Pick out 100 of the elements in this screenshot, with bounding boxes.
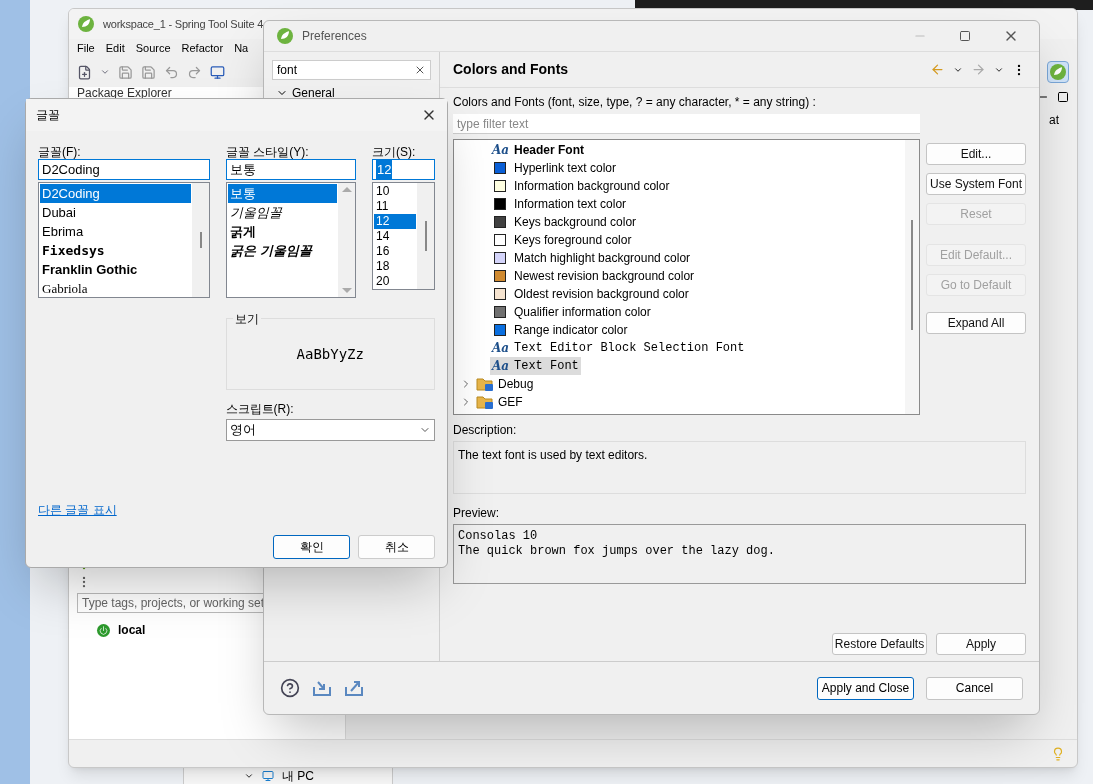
tree-item[interactable]: Keys background color <box>490 213 639 231</box>
list-item[interactable]: Ebrima <box>40 222 191 241</box>
lightbulb-icon[interactable] <box>1051 746 1065 761</box>
search-field[interactable]: font <box>272 60 431 80</box>
side-button[interactable]: Edit... <box>926 143 1026 165</box>
perspective-button[interactable] <box>1047 61 1069 83</box>
scrollbar-thumb[interactable] <box>199 232 202 248</box>
import-icon[interactable] <box>312 679 332 697</box>
dialog-button[interactable]: Apply <box>936 633 1026 655</box>
scrollbar-thumb[interactable] <box>424 221 427 251</box>
side-button[interactable]: Use System Font <box>926 173 1026 195</box>
new-file-icon[interactable] <box>77 64 92 80</box>
maximize-icon[interactable] <box>1057 91 1069 103</box>
tree-item[interactable]: General <box>292 84 335 102</box>
filter-field[interactable]: type filter text <box>453 114 920 134</box>
font-style-field[interactable]: 보통 <box>226 159 356 180</box>
list-item[interactable]: 보통 <box>228 184 337 203</box>
tree-item[interactable]: Debug <box>498 375 534 393</box>
dialog-button[interactable]: 취소 <box>358 535 435 559</box>
leaf-logo-icon <box>276 27 294 45</box>
scroll-down-icon[interactable] <box>341 288 352 293</box>
clear-icon[interactable] <box>414 64 426 76</box>
menu-item[interactable]: Refactor <box>181 39 224 57</box>
list-item[interactable]: 기울임꼴 <box>228 203 337 222</box>
dialog-button[interactable]: Restore Defaults <box>832 633 927 655</box>
back-icon[interactable] <box>930 62 945 77</box>
list-item[interactable]: Dubai <box>40 203 191 222</box>
tree-item[interactable]: Oldest revision background color <box>490 285 691 303</box>
dialog-button[interactable]: Apply and Close <box>817 676 914 700</box>
font-size-field[interactable]: 12 <box>372 159 435 180</box>
caret-icon[interactable] <box>100 67 110 77</box>
menu-item[interactable]: Source <box>135 39 171 57</box>
tree-item[interactable]: 내 PC <box>282 769 314 783</box>
save-all-icon[interactable] <box>141 64 156 80</box>
list-item[interactable]: 굵은 기울임꼴 <box>228 241 337 260</box>
scrollbar-thumb[interactable] <box>911 220 913 330</box>
list-item[interactable]: 20 <box>374 274 416 289</box>
list-item[interactable]: 10 <box>374 184 416 199</box>
menu-item[interactable]: Na <box>234 39 249 57</box>
redo-icon[interactable] <box>187 64 202 80</box>
list-item[interactable]: Franklin Gothic <box>40 260 191 279</box>
list-item[interactable]: 12 <box>374 214 416 229</box>
maximize-icon[interactable] <box>959 30 971 42</box>
preview-text: The quick brown fox jumps over the lazy dog. <box>458 544 776 559</box>
forward-icon[interactable] <box>971 62 986 77</box>
view-tab[interactable]: Package Explorer <box>77 87 172 99</box>
tree-item[interactable]: Aa Header Font <box>490 141 586 159</box>
scroll-up-icon[interactable] <box>341 187 352 192</box>
dialog-button[interactable]: Cancel <box>926 676 1023 700</box>
leaf-logo-icon <box>1049 63 1067 81</box>
tree-item[interactable]: Qualifier information color <box>490 303 653 321</box>
list-item[interactable]: 16 <box>374 244 416 259</box>
list-item[interactable]: 18 <box>374 259 416 274</box>
font-glyph-icon: Aa <box>492 339 508 357</box>
field-label: 스크립트(R): <box>225 401 295 418</box>
list-item[interactable]: D2Coding <box>40 184 191 203</box>
tree-item[interactable]: Aa Text Font <box>490 357 581 375</box>
font-glyph-icon: Aa <box>492 357 508 375</box>
list-item[interactable]: Fixedsys <box>40 241 191 260</box>
tree-item-label: Information text color <box>514 196 627 213</box>
more-fonts-link[interactable]: 다른 글꼴 표시 <box>38 501 117 519</box>
tree-item[interactable]: GEF <box>498 393 523 411</box>
undo-icon[interactable] <box>164 64 179 80</box>
tree-item[interactable]: Keys foreground color <box>490 231 634 249</box>
list-item[interactable]: Gabriola <box>40 279 191 297</box>
tree-item-label: Oldest revision background color <box>514 286 689 303</box>
list-item[interactable]: 굵게 <box>228 222 337 241</box>
window-title: Preferences <box>302 28 367 45</box>
tree-item-label: Text Editor Block Selection Font <box>514 340 745 357</box>
tree-item[interactable]: Match highlight background color <box>490 249 693 267</box>
monitor-icon[interactable] <box>210 64 225 80</box>
tree-item[interactable]: Information background color <box>490 177 672 195</box>
help-icon[interactable] <box>280 678 300 698</box>
tree-item[interactable]: Information text color <box>490 195 629 213</box>
sample-text: AaBbYyZz <box>296 344 364 364</box>
preview-label: Preview: <box>453 505 500 522</box>
tree-item-label: Hyperlink text color <box>514 160 617 177</box>
expander-icon[interactable] <box>244 771 254 781</box>
menu-item[interactable]: File <box>77 39 95 57</box>
tree-item-label: Text Font <box>514 358 579 375</box>
folder-icon <box>476 394 494 410</box>
server-label[interactable]: local <box>118 621 146 639</box>
tree-item[interactable]: Range indicator color <box>490 321 630 339</box>
computer-icon <box>262 770 274 782</box>
dialog-button[interactable]: 확인 <box>273 535 350 559</box>
tree-item[interactable]: Hyperlink text color <box>490 159 619 177</box>
menu-item[interactable]: Edit <box>105 39 125 57</box>
leaf-logo-icon <box>77 15 95 33</box>
side-button[interactable]: Expand All <box>926 312 1026 334</box>
tree-item-label: Match highlight background color <box>514 250 691 267</box>
tree-item[interactable]: Aa Text Editor Block Selection Font <box>490 339 747 357</box>
script-select[interactable]: 영어 <box>225 419 435 441</box>
export-icon[interactable] <box>344 679 364 697</box>
list-item[interactable]: 11 <box>374 199 416 214</box>
list-item[interactable]: 14 <box>374 229 416 244</box>
window-title: workspace_1 - Spring Tool Suite 4 <box>103 16 264 32</box>
cut-text: at <box>1049 112 1059 129</box>
save-icon[interactable] <box>118 64 133 80</box>
font-name-field[interactable]: D2Coding <box>38 159 210 180</box>
tree-item[interactable]: Newest revision background color <box>490 267 697 285</box>
